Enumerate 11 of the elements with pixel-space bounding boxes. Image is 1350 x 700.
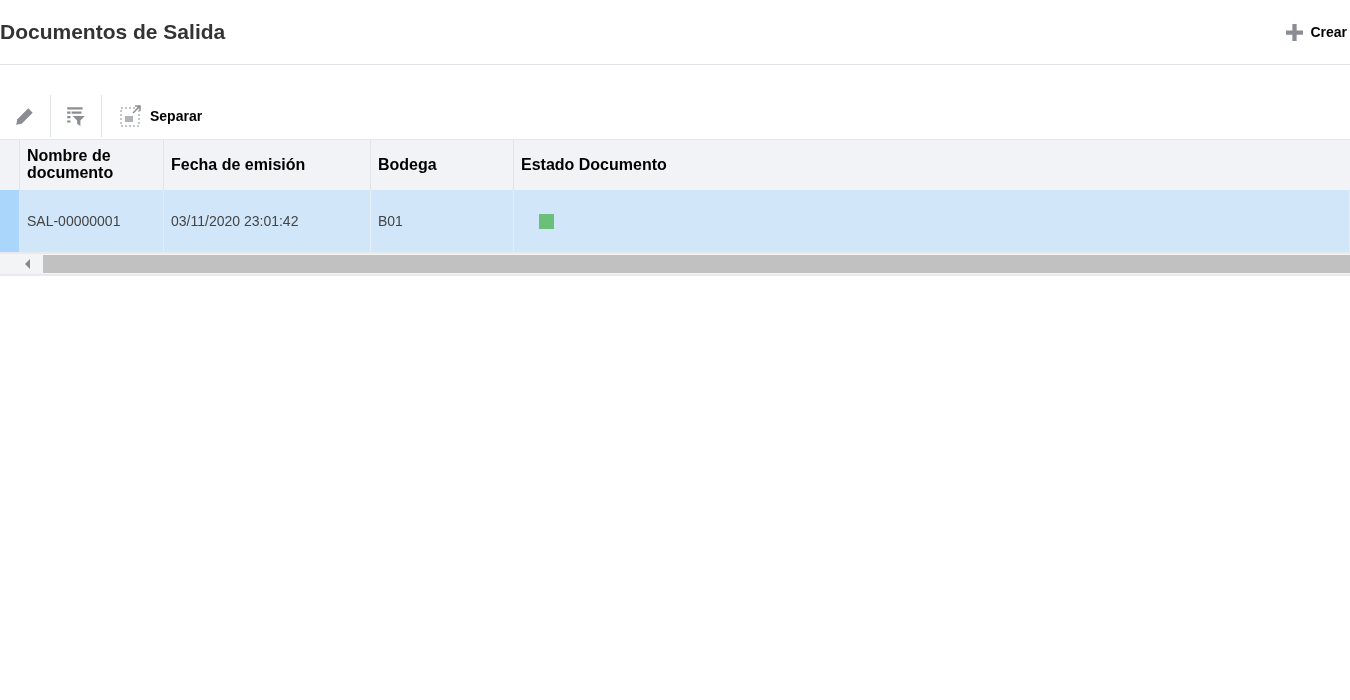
page-title: Documentos de Salida <box>0 20 226 44</box>
create-button[interactable]: Crear <box>1286 23 1350 41</box>
scroll-left-icon[interactable] <box>25 259 31 269</box>
detach-icon <box>120 105 142 127</box>
plus-icon <box>1286 23 1304 41</box>
detach-button[interactable]: Separar <box>102 95 217 137</box>
column-header[interactable]: Estado Documento <box>514 140 1350 190</box>
horizontal-scrollbar[interactable] <box>0 252 1350 276</box>
filter-table-icon <box>65 105 87 127</box>
pencil-icon <box>14 105 36 127</box>
table-row[interactable]: SAL-00000001 03/11/2020 23:01:42 B01 <box>0 190 1350 252</box>
